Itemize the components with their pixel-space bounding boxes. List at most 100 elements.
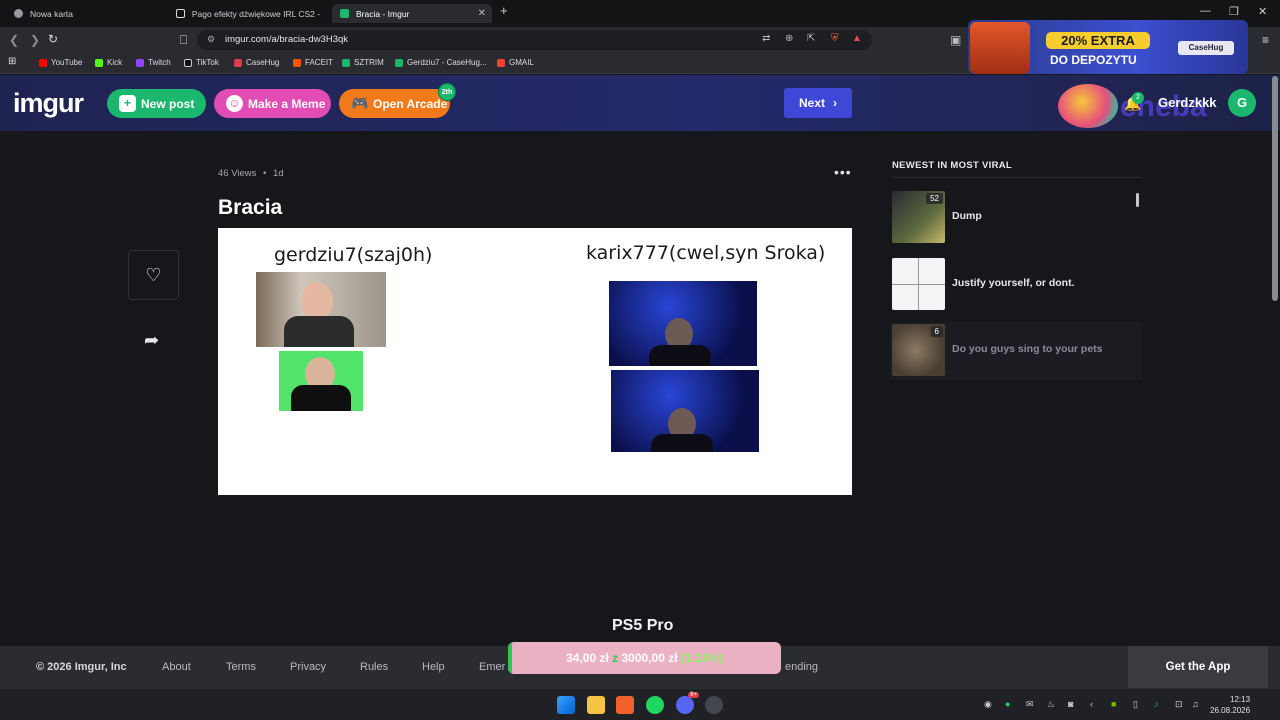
bookmark-faceit[interactable]: FACEIT — [293, 58, 333, 67]
more-options-icon[interactable]: ••• — [834, 164, 852, 180]
zoom-icon[interactable]: ⊕ — [785, 33, 793, 44]
bookmark-tiktok[interactable]: TikTok — [184, 58, 219, 67]
brave-shield-icon[interactable]: ⛨ — [831, 33, 839, 44]
viral-item[interactable]: 6 Do you guys sing to your pets — [890, 322, 1142, 380]
faceit-icon — [293, 58, 301, 67]
steam-icon[interactable] — [705, 696, 723, 714]
url-text: imgur.com/a/bracia-dw3H3qk — [225, 34, 349, 45]
tab-tiktok[interactable]: Pago efekty dźwiękowe IRL CS2 - naj — [168, 4, 328, 23]
kick-icon — [95, 58, 103, 67]
eneba-ad[interactable]: eneba — [1058, 78, 1248, 130]
tab-imgur[interactable]: Bracia - Imgur ✕ — [332, 4, 492, 23]
share-icon[interactable]: ⇱ — [807, 33, 815, 44]
forward-icon[interactable]: ❯ — [30, 33, 40, 47]
brave-rewards-icon[interactable]: ▲ — [852, 33, 862, 44]
brave-browser-icon[interactable] — [616, 696, 634, 714]
bookmark-casehug[interactable]: CaseHug — [234, 58, 279, 67]
sidebar-scroll-indicator[interactable] — [1136, 193, 1139, 207]
avatar[interactable]: G — [1228, 89, 1256, 117]
tray-app-icon[interactable]: ◉ — [984, 699, 992, 710]
tray-steam-icon[interactable]: ♨ — [1047, 699, 1055, 710]
bookmark-kick[interactable]: Kick — [95, 58, 122, 67]
translate-icon[interactable]: ⇄ — [762, 33, 770, 44]
apps-grid-icon[interactable]: ⊞ — [8, 56, 16, 67]
close-tab-icon[interactable]: ✕ — [478, 8, 486, 19]
image-count-badge: 52 — [926, 193, 943, 204]
footer-link-emerald[interactable]: Emer — [479, 661, 505, 673]
spotify-icon[interactable] — [646, 696, 664, 714]
gmail-icon — [497, 58, 505, 67]
caption-right: karix777(cwel,syn Sroka) — [586, 242, 826, 264]
minimize-icon[interactable]: — — [1200, 5, 1211, 17]
tab-new[interactable]: Nowa karta — [6, 4, 166, 23]
share-button[interactable]: ➦ — [144, 330, 159, 351]
bookmark-youtube[interactable]: YouTube — [39, 58, 82, 67]
footer-link-help[interactable]: Help — [422, 661, 445, 673]
favorite-button[interactable]: ♡ — [128, 250, 179, 300]
open-arcade-button[interactable]: 🎮 Open Arcade 2th — [339, 83, 456, 118]
bookmark-gmail[interactable]: GMAIL — [497, 58, 534, 67]
caption-left: gerdziu7(szaj0h) — [274, 244, 433, 266]
file-explorer-icon[interactable] — [587, 696, 605, 714]
extension-icon[interactable]: ▣ — [950, 33, 961, 47]
meta-separator: • — [263, 168, 267, 179]
ad-brand-logo: CaseHug — [1178, 41, 1234, 55]
item-label: Do you guys sing to your pets — [952, 343, 1103, 355]
post-image[interactable]: gerdziu7(szaj0h) karix777(cwel,syn Sroka… — [218, 228, 852, 495]
post-title: Bracia — [218, 196, 283, 219]
footer-link-privacy[interactable]: Privacy — [290, 661, 326, 673]
post-meta: 46 Views • 1d — [218, 168, 284, 179]
imgur-icon — [340, 9, 349, 18]
viral-item[interactable]: 52 Dump — [890, 189, 1142, 247]
imgur-logo[interactable]: imgur — [13, 88, 84, 119]
reload-icon[interactable]: ↻ — [48, 32, 58, 46]
tray-chevron-icon[interactable]: ‹ — [1090, 699, 1093, 709]
new-tab-button[interactable]: + — [500, 3, 508, 18]
restore-icon[interactable]: ❐ — [1229, 5, 1239, 18]
tray-usb-icon[interactable]: ▯ — [1133, 699, 1138, 710]
tray-spotify-icon[interactable]: ● — [1005, 699, 1010, 709]
footer-link-trending[interactable]: ending — [785, 661, 818, 673]
new-post-button[interactable]: + New post — [107, 89, 206, 118]
footer-link-about[interactable]: About — [162, 661, 191, 673]
bookmark-twitch[interactable]: Twitch — [136, 58, 171, 67]
item-thumbnail: 52 — [892, 191, 945, 243]
tab-title: Pago efekty dźwiękowe IRL CS2 - naj — [191, 8, 320, 19]
bookmark-icon[interactable]: ⎕ — [180, 33, 187, 48]
username[interactable]: Gerdzkkk — [1158, 95, 1217, 110]
tiktok-icon — [184, 58, 192, 67]
progress-current: 34,00 zł — [566, 651, 609, 665]
page-scrollbar[interactable] — [1272, 76, 1278, 301]
next-button[interactable]: Next › — [784, 88, 852, 118]
address-bar[interactable]: ⚙ imgur.com/a/bracia-dw3H3qk ⇄ ⊕ ⇱ ⛨ ▲ — [197, 30, 872, 50]
footer-link-rules[interactable]: Rules — [360, 661, 388, 673]
gamepad-icon: 🎮 — [351, 95, 369, 111]
site-info-icon[interactable]: ⚙ — [207, 34, 215, 45]
donation-progress: 34,00 zł z 3000,00 zł (1.13%) — [508, 642, 781, 674]
tiktok-icon — [176, 9, 185, 18]
bookmark-label: FACEIT — [305, 58, 334, 67]
tray-discord-icon[interactable]: ◙ — [1068, 699, 1073, 709]
get-app-button[interactable]: Get the App — [1128, 646, 1268, 688]
bookmark-sztrim[interactable]: SZTRIM — [342, 58, 384, 67]
shield-icon — [14, 9, 23, 18]
bookmark-gerdziu7[interactable]: Gerdziu7 - CaseHug... — [395, 58, 487, 67]
windows-start-icon[interactable] — [557, 696, 575, 714]
make-meme-button[interactable]: ☺ Make a Meme — [214, 89, 331, 118]
tray-mail-icon[interactable]: ✉ — [1026, 699, 1034, 710]
footer-link-terms[interactable]: Terms — [226, 661, 256, 673]
network-icon[interactable]: ⊡ — [1175, 699, 1183, 710]
tray-nvidia-icon[interactable]: ■ — [1111, 699, 1116, 709]
back-icon[interactable]: ❮ — [9, 33, 19, 47]
tray-mic-icon[interactable]: ♪ — [1154, 699, 1159, 709]
discord-icon[interactable]: 9+ — [676, 692, 699, 714]
casehug-ad-banner[interactable]: 20% EXTRA DO DEPOZYTU CaseHug — [968, 20, 1248, 74]
sztrim-icon — [342, 58, 350, 67]
close-window-icon[interactable]: ✕ — [1258, 5, 1267, 18]
menu-icon[interactable]: ≡ — [1262, 33, 1269, 47]
treasure-chest-icon — [970, 22, 1030, 74]
volume-icon[interactable]: ♫ — [1192, 699, 1199, 709]
eneba-logo-icon — [1058, 84, 1118, 128]
viral-item[interactable]: Justify yourself, or dont. — [890, 256, 1142, 314]
system-clock[interactable]: 12:13 26.08.2026 — [1210, 694, 1250, 716]
